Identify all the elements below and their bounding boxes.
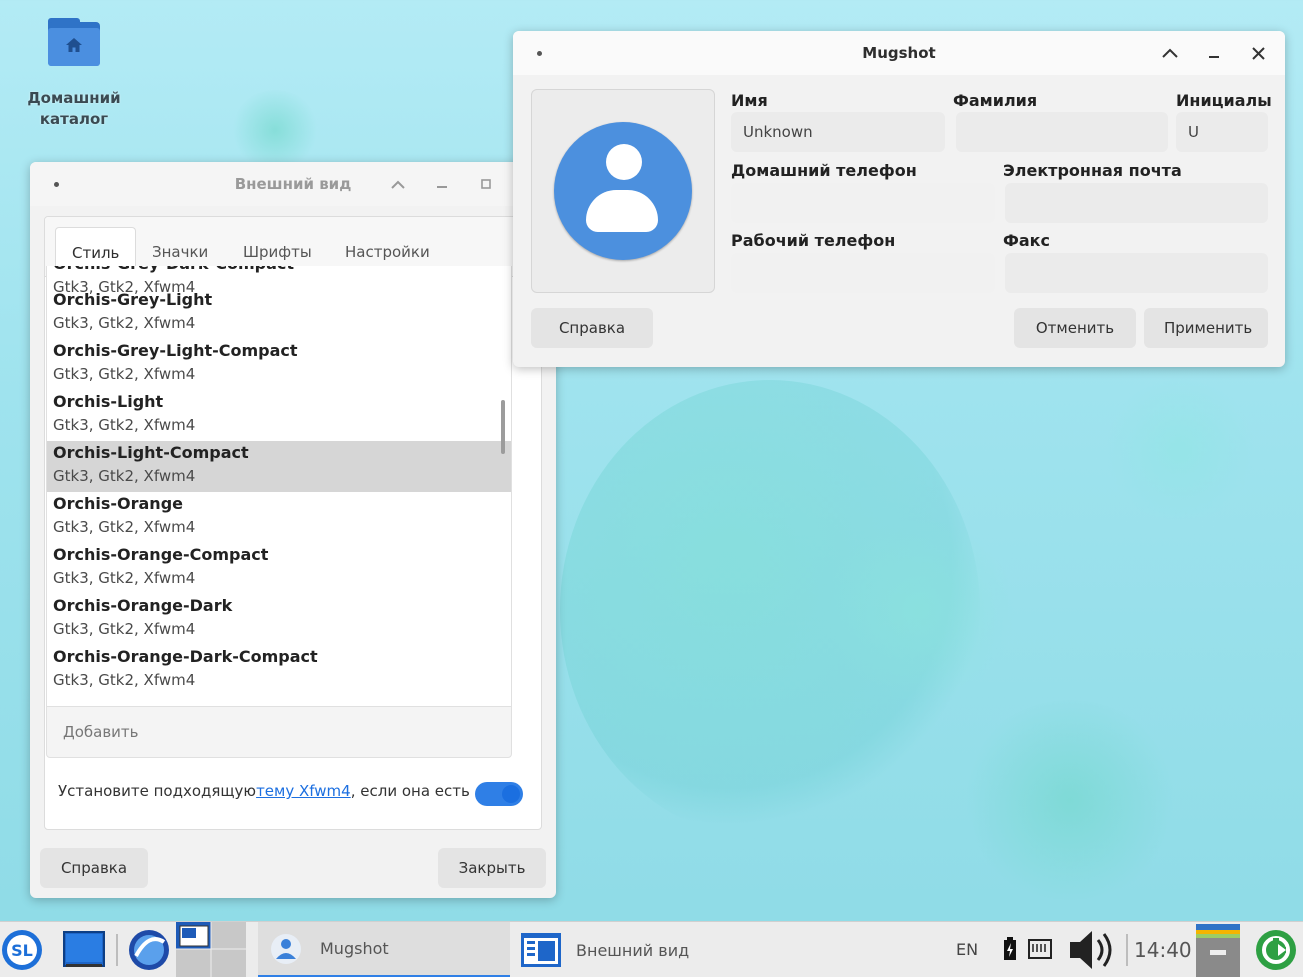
appearance-app-icon — [521, 933, 561, 967]
task-label: Mugshot — [320, 939, 389, 958]
minimize-icon[interactable] — [1204, 43, 1224, 63]
user-avatar-icon — [271, 933, 301, 964]
avatar-button[interactable] — [531, 89, 715, 293]
close-icon[interactable] — [1248, 43, 1268, 63]
theme-name: Orchis-Orange — [53, 494, 183, 513]
mugshot-titlebar[interactable]: Mugshot — [513, 31, 1285, 75]
theme-name: Orchis-Orange-Compact — [53, 545, 269, 564]
home-phone-field[interactable] — [731, 183, 995, 223]
logout-icon[interactable] — [1254, 922, 1300, 977]
email-label: Электронная почта — [1003, 161, 1182, 180]
fax-field[interactable] — [1005, 253, 1268, 293]
separator — [116, 934, 118, 966]
task-label: Внешний вид — [576, 940, 690, 960]
scrollbar[interactable] — [501, 400, 505, 454]
task-mugshot[interactable]: Mugshot — [258, 922, 510, 977]
theme-engines: Gtk3, Gtk2, Xfwm4 — [53, 467, 196, 485]
home-phone-label: Домашний телефон — [731, 161, 917, 180]
background-decoration — [960, 700, 1180, 900]
first-name-field[interactable]: Unknown — [731, 112, 945, 152]
restore-icon[interactable] — [476, 174, 496, 194]
theme-engines: Gtk3, Gtk2, Xfwm4 — [53, 620, 196, 638]
keyboard-layout-indicator[interactable]: EN — [956, 922, 978, 977]
svg-text:SL: SL — [11, 941, 33, 960]
xfwm-hint: Установите подходящуютему Xfwm4, если он… — [58, 782, 470, 800]
desktop-icon-label: Домашний каталог — [27, 89, 121, 128]
theme-engines: Gtk3, Gtk2, Xfwm4 — [53, 314, 196, 332]
theme-list-item[interactable]: Orchis-Grey-Light Gtk3, Gtk2, Xfwm4 — [47, 288, 511, 339]
work-phone-field[interactable] — [731, 253, 995, 293]
xfwm-theme-toggle[interactable] — [475, 782, 523, 806]
theme-name: Orchis-Grey-Light-Compact — [53, 341, 298, 360]
apply-button[interactable]: Применить — [1144, 308, 1268, 348]
network-icon[interactable] — [1026, 922, 1054, 977]
theme-name: Orchis-Grey-Light — [53, 290, 213, 309]
theme-list-item[interactable]: Orchis-Light Gtk3, Gtk2, Xfwm4 — [47, 390, 511, 441]
clock[interactable]: 14:40 — [1134, 922, 1192, 977]
appearance-window: Внешний вид Стиль Значки Шрифты Настройк… — [30, 162, 556, 898]
email-field[interactable] — [1005, 183, 1268, 223]
xfwm-theme-link[interactable]: тему Xfwm4 — [256, 782, 351, 800]
add-theme-button[interactable]: Добавить — [46, 706, 512, 758]
theme-list-item[interactable]: Orchis-Orange Gtk3, Gtk2, Xfwm4 — [47, 492, 511, 543]
desktop-icon-home[interactable]: Домашний каталог — [22, 18, 126, 130]
theme-engines: Gtk3, Gtk2, Xfwm4 — [53, 365, 196, 383]
background-decoration — [230, 90, 320, 170]
user-avatar-icon — [554, 122, 692, 260]
help-button[interactable]: Справка — [531, 308, 653, 348]
window-menu-icon[interactable] — [54, 182, 59, 187]
theme-list-item[interactable]: Orchis-Orange-Dark Gtk3, Gtk2, Xfwm4 — [47, 594, 511, 645]
first-name-label: Имя — [731, 91, 768, 110]
taskbar: SL Mugshot Внешний вид EN 14:40 — [0, 921, 1303, 977]
home-folder-icon — [48, 18, 100, 66]
battery-icon[interactable] — [998, 922, 1022, 977]
window-menu-icon[interactable] — [537, 51, 542, 56]
initials-field[interactable]: U — [1176, 112, 1268, 152]
theme-name: Orchis-Light-Compact — [53, 443, 249, 462]
theme-name: Orchis-Light — [53, 392, 164, 411]
work-phone-label: Рабочий телефон — [731, 231, 896, 250]
cancel-button[interactable]: Отменить — [1014, 308, 1136, 348]
maximize-chevron-icon[interactable] — [388, 174, 408, 194]
browser-icon[interactable] — [124, 922, 174, 977]
task-appearance[interactable]: Внешний вид — [514, 922, 814, 977]
theme-list-item[interactable]: Orchis-Grey-Light-Compact Gtk3, Gtk2, Xfw… — [47, 339, 511, 390]
notes-icon[interactable] — [1192, 922, 1244, 977]
theme-engines: Gtk3, Gtk2, Xfwm4 — [53, 671, 196, 689]
appearance-titlebar[interactable]: Внешний вид — [30, 162, 556, 206]
theme-list-item[interactable]: Orchis-Orange-Dark-Compact Gtk3, Gtk2, Xf… — [47, 645, 511, 696]
theme-engines: Gtk3, Gtk2, Xfwm4 — [53, 416, 196, 434]
background-decoration — [560, 380, 980, 840]
start-menu-button[interactable]: SL — [0, 922, 48, 977]
initials-label: Инициалы — [1176, 91, 1272, 110]
background-decoration — [820, 520, 1020, 700]
background-decoration — [1100, 380, 1260, 520]
fax-label: Факс — [1003, 231, 1051, 250]
list-item[interactable]: Orchis-Grey-Dark-Compact Gtk3, Gtk2, Xfw… — [47, 266, 511, 296]
theme-name: Orchis-Orange-Dark-Compact — [53, 647, 318, 666]
window-title: Внешний вид — [234, 175, 352, 193]
volume-icon[interactable] — [1062, 922, 1122, 977]
last-name-field[interactable] — [956, 112, 1168, 152]
theme-list-item[interactable]: Orchis-Orange-Compact Gtk3, Gtk2, Xfwm4 — [47, 543, 511, 594]
theme-name: Orchis-Orange-Dark — [53, 596, 233, 615]
minimize-icon[interactable] — [432, 174, 452, 194]
separator — [1126, 934, 1128, 966]
theme-list[interactable]: Orchis-Grey-Dark-Compact Gtk3, Gtk2, Xfw… — [46, 266, 512, 706]
close-button[interactable]: Закрыть — [438, 848, 546, 888]
window-title: Mugshot — [862, 44, 936, 62]
theme-engines: Gtk3, Gtk2, Xfwm4 — [53, 518, 196, 536]
maximize-chevron-icon[interactable] — [1160, 43, 1180, 63]
mugshot-window: Mugshot Имя Фамилия Инициалы Unknown U Д… — [513, 31, 1285, 367]
theme-engines: Gtk3, Gtk2, Xfwm4 — [53, 569, 196, 587]
workspace-switcher[interactable] — [176, 922, 246, 977]
help-button[interactable]: Справка — [40, 848, 148, 888]
show-desktop-icon[interactable] — [58, 922, 110, 977]
theme-list-item[interactable]: Orchis-Light-Compact Gtk3, Gtk2, Xfwm4 — [47, 441, 511, 492]
last-name-label: Фамилия — [953, 91, 1038, 110]
